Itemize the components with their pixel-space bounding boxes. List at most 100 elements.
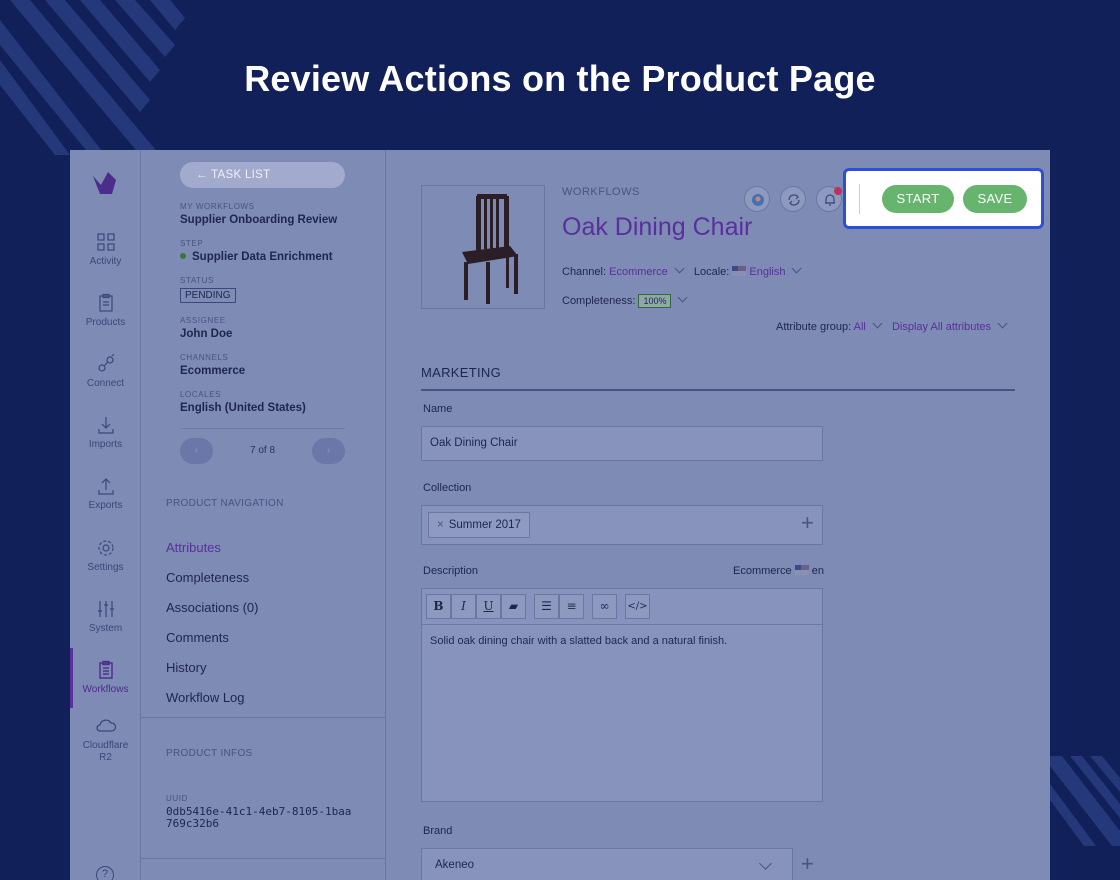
actions-highlight: START SAVE	[843, 168, 1044, 229]
chevron-down-icon[interactable]	[997, 318, 1008, 329]
nav-cloudflare-r2[interactable]: Cloudflare R2	[70, 716, 141, 764]
nav-label: Workflows	[82, 684, 129, 695]
page-title: Oak Dining Chair	[562, 213, 753, 241]
chevron-down-icon[interactable]	[674, 263, 685, 274]
us-flag-icon	[732, 266, 747, 276]
bold-icon[interactable]: B	[426, 594, 451, 619]
channel-label: Channel:	[562, 266, 607, 278]
step-name: Supplier Data Enrichment	[192, 251, 333, 263]
uuid-key: UUID	[166, 794, 188, 803]
help-icon[interactable]: ?	[96, 866, 114, 880]
product-nav-history[interactable]: History	[166, 660, 206, 675]
nav-label: Activity	[89, 256, 122, 267]
collection-label: Collection	[423, 482, 472, 494]
completeness-row: Completeness: 100%	[562, 292, 694, 308]
task-list-button[interactable]: ← TASK LIST	[180, 162, 345, 188]
nav-products[interactable]: Products	[70, 293, 141, 328]
eraser-icon[interactable]: ▰	[501, 594, 526, 619]
nav-exports[interactable]: Exports	[70, 476, 141, 511]
product-nav-associations[interactable]: Associations (0)	[166, 600, 258, 615]
nav-label: Products	[85, 317, 126, 328]
editor-toolbar: B I U ▰ ☰ ≡ ∞ </>	[422, 589, 822, 625]
attribute-group-label: Attribute group:	[775, 321, 852, 333]
clipboard-icon	[98, 293, 113, 312]
description-editor[interactable]: B I U ▰ ☰ ≡ ∞ </> Solid oak dining chair…	[421, 588, 823, 802]
akeneo-logo-icon	[93, 172, 116, 194]
sync-icon	[788, 194, 800, 206]
completeness-badge[interactable]: 100%	[638, 294, 672, 308]
locales-value: English (United States)	[180, 402, 306, 414]
product-nav-comments[interactable]: Comments	[166, 630, 229, 645]
scope-locale: en	[811, 565, 824, 577]
nav-label: Connect	[86, 378, 125, 389]
product-nav-completeness[interactable]: Completeness	[166, 570, 249, 585]
chair-image	[462, 194, 518, 304]
nav-activity[interactable]: Activity	[70, 232, 141, 267]
status-dot-icon	[180, 253, 186, 259]
name-input[interactable]: Oak Dining Chair	[421, 426, 823, 461]
locale-select[interactable]: English	[749, 266, 785, 278]
brand-value: Akeneo	[435, 859, 475, 871]
italic-icon[interactable]: I	[451, 594, 476, 619]
page-headline: Review Actions on the Product Page	[244, 58, 876, 99]
brand-select[interactable]: Akeneo	[421, 848, 793, 880]
chevron-down-icon[interactable]	[792, 263, 802, 274]
notification-badge	[834, 187, 842, 195]
assignee-key: ASSIGNEE	[180, 316, 226, 325]
nav-imports[interactable]: Imports	[70, 415, 141, 450]
attribute-group-select[interactable]: All	[854, 321, 866, 333]
completeness-label: Completeness:	[562, 295, 636, 307]
code-icon[interactable]: </>	[625, 594, 650, 619]
add-collection-button[interactable]: +	[801, 510, 814, 536]
us-flag-icon	[794, 565, 809, 575]
description-text[interactable]: Solid oak dining chair with a slatted ba…	[422, 625, 822, 657]
bell-icon	[825, 194, 835, 206]
toolbar-gap	[617, 594, 625, 619]
chevron-down-icon[interactable]	[872, 318, 883, 329]
nav-connect[interactable]: Connect	[70, 354, 141, 389]
upload-icon	[97, 478, 114, 495]
save-button[interactable]: SAVE	[963, 185, 1027, 213]
nav-label: Settings	[87, 562, 124, 573]
breadcrumb[interactable]: WORKFLOWS	[562, 186, 640, 198]
scope-channel: Ecommerce	[733, 565, 792, 577]
add-brand-button[interactable]: +	[801, 851, 814, 877]
nav-workflows[interactable]: Workflows	[70, 648, 141, 708]
product-nav-workflow-log[interactable]: Workflow Log	[166, 690, 245, 705]
locale-label: Locale:	[693, 266, 730, 278]
channel-select[interactable]: Ecommerce	[609, 266, 668, 278]
brand-label: Brand	[423, 825, 453, 837]
nav-system[interactable]: System	[70, 599, 141, 634]
collection-input[interactable]: × Summer 2017	[421, 505, 823, 545]
collection-chip[interactable]: × Summer 2017	[428, 512, 530, 538]
chevron-down-icon[interactable]	[678, 292, 688, 303]
bullet-list-icon[interactable]: ☰	[534, 594, 559, 619]
toolbar-gap	[584, 594, 592, 619]
app-window: Activity Products Connect Imports Export…	[70, 150, 1050, 880]
description-scope: Ecommerce en	[733, 565, 824, 577]
clipboard-list-icon	[98, 660, 113, 679]
download-icon	[97, 417, 114, 434]
next-task-button[interactable]: ›	[312, 438, 345, 464]
divider	[180, 428, 345, 429]
start-button[interactable]: START	[882, 185, 954, 213]
sliders-icon	[97, 601, 114, 617]
nav-label: Imports	[88, 439, 123, 450]
sync-button[interactable]	[780, 186, 806, 212]
divider	[141, 717, 385, 718]
chevron-down-icon[interactable]	[759, 857, 772, 870]
collection-chip-label: Summer 2017	[448, 519, 521, 531]
nav-settings[interactable]: Settings	[70, 538, 141, 573]
toolbar-gap	[526, 594, 534, 619]
uuid-value: 0db5416e-41c1-4eb7-8105-1baa769c32b6	[166, 805, 352, 830]
numbered-list-icon[interactable]: ≡	[559, 594, 584, 619]
product-nav-attributes[interactable]: Attributes	[166, 540, 221, 555]
product-image	[421, 185, 545, 309]
my-workflows-info: MY WORKFLOWS Supplier Onboarding Review	[180, 202, 360, 226]
remove-icon[interactable]: ×	[437, 519, 444, 531]
avatar-button[interactable]	[744, 186, 770, 212]
link-icon[interactable]: ∞	[592, 594, 617, 619]
underline-icon[interactable]: U	[476, 594, 501, 619]
display-attributes-select[interactable]: Display All attributes	[892, 321, 991, 333]
channel-locale-row: Channel: Ecommerce Locale: English	[562, 263, 808, 278]
